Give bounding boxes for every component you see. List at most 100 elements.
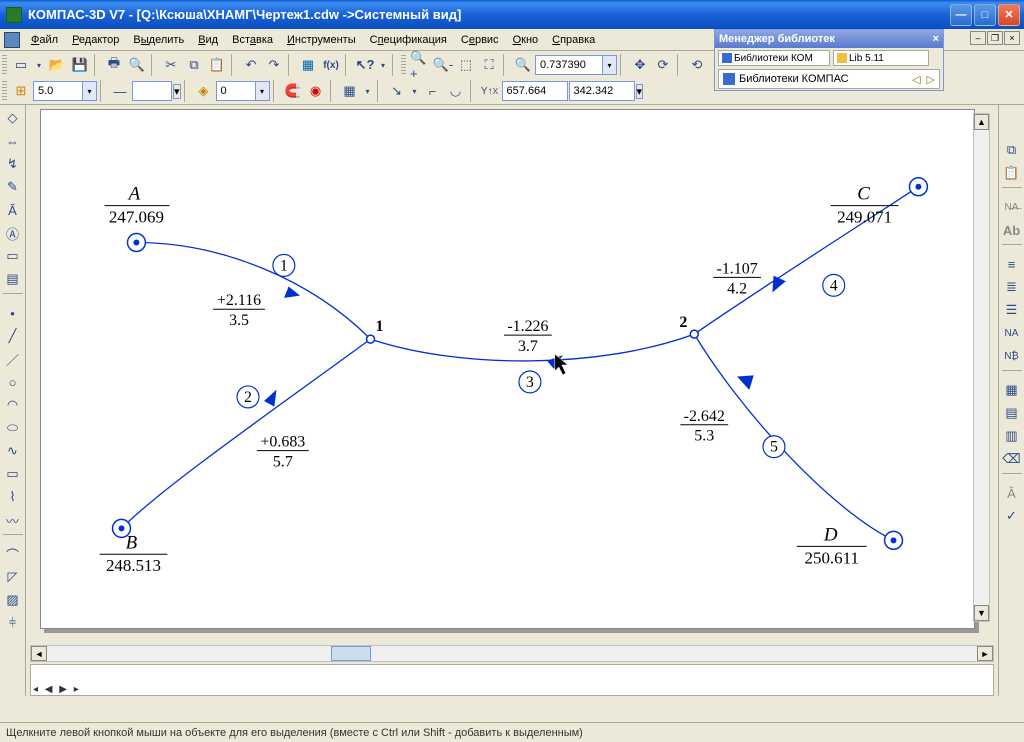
zoom-scale-icon[interactable]: 🔍 [512,54,534,76]
node-2[interactable] [690,330,698,338]
variables-button[interactable]: f(x) [320,54,342,76]
grip-icon[interactable] [2,55,7,75]
hatch-button[interactable]: ▨ [2,589,24,611]
ellipse-button[interactable]: ⬭ [2,417,24,439]
na-icon[interactable]: NA [1001,322,1023,344]
menu-file[interactable]: Файл [24,32,65,48]
edge-1[interactable] [136,242,370,339]
preview-button[interactable]: 🔍 [126,54,148,76]
close-button[interactable]: ✕ [998,4,1020,26]
mdi-close[interactable]: × [1004,31,1020,45]
menu-spec[interactable]: Спецификация [363,32,454,48]
align-right-button[interactable]: ☰ [1001,299,1023,321]
edge-4-circle[interactable]: 4 [823,274,845,296]
node-d[interactable] [885,531,903,549]
print-button[interactable]: 🖶 [103,54,125,76]
zoom-value-field[interactable]: 0.737390 ▾ [535,55,617,75]
grip-icon[interactable] [401,55,406,75]
layer-value[interactable]: 0 [216,81,256,101]
library-tab-2[interactable]: Lib 5.11 [833,50,929,66]
help-dropdown[interactable]: ▾ [377,54,389,76]
edit-tab-button[interactable]: ✎ [2,176,24,198]
mdi-restore[interactable]: ❐ [987,31,1003,45]
arc-button[interactable]: ◠ [2,394,24,416]
table-button[interactable]: ▦ [1001,379,1023,401]
zoom-value[interactable]: 0.737390 [535,55,603,75]
snap-toggle-button[interactable]: 🧲 [282,80,304,102]
font-icon[interactable]: Ǎ [1001,482,1023,504]
params-tab-button[interactable]: Ă [2,199,24,221]
edge-3-circle[interactable]: 3 [519,371,541,393]
nb-icon[interactable]: N₿ [1001,345,1023,367]
symbols-tab-button[interactable]: ↯ [2,153,24,175]
maximize-button[interactable]: □ [974,4,996,26]
save-button[interactable]: 💾 [69,54,91,76]
menu-view[interactable]: Вид [191,32,225,48]
round-button[interactable]: ◡ [445,80,467,102]
paste-button[interactable]: 📋 [206,54,228,76]
style-button[interactable]: — [109,80,131,102]
step-dropdown-icon[interactable]: ▾ [83,81,97,101]
grip-icon[interactable] [2,81,7,101]
snap-settings-button[interactable]: ◉ [305,80,327,102]
chamfer-button[interactable]: ◸ [2,566,24,588]
layer-dropdown-icon[interactable]: ▾ [256,81,270,101]
edge-5-circle[interactable]: 5 [763,436,785,458]
library-manager-close-icon[interactable]: × [933,33,939,45]
zoom-fit-button[interactable]: ⛶ [478,54,500,76]
menu-service[interactable]: Сервис [454,32,506,48]
scroll-thumb[interactable] [331,646,371,661]
rotate-view-button[interactable]: ⟳ [652,54,674,76]
aux-line-button[interactable]: ╱ [2,325,24,347]
library-manager-title-bar[interactable]: Менеджер библиотек × [715,30,943,48]
library-prev-icon[interactable]: ◁ [912,73,920,86]
redraw-button[interactable]: ⟲ [686,54,708,76]
rectangle-button[interactable]: ▭ [2,463,24,485]
property-panel-nav[interactable]: ◂ ◀ ▶ ▸ [33,684,81,695]
node-c[interactable] [909,178,927,196]
delete-button[interactable]: ⌫ [1001,448,1023,470]
bezier-button[interactable]: 〰 [2,509,24,531]
scroll-down-button[interactable]: ▼ [974,605,989,621]
property-panel[interactable]: ◂ ◀ ▶ ▸ [30,664,994,696]
text-ab-button[interactable]: Ab [1001,219,1023,241]
ortho-button[interactable]: ⌐ [422,80,444,102]
insert-col-button[interactable]: ▥ [1001,425,1023,447]
step-value[interactable]: 5.0 [33,81,83,101]
fillet-button[interactable]: ⌒ [2,543,24,565]
library-tab-1[interactable]: Библиотеки КОМ [718,50,830,66]
circle-button[interactable]: ○ [2,371,24,393]
align-center-button[interactable]: ≣ [1001,276,1023,298]
vertical-scrollbar[interactable]: ▲ ▼ [973,113,990,622]
minimize-button[interactable]: — [950,4,972,26]
step-field[interactable]: 5.0 ▾ [33,81,97,101]
edge-1-circle[interactable]: 1 [273,254,295,276]
align-left-button[interactable]: ≡ [1001,253,1023,275]
open-button[interactable]: 📂 [46,54,68,76]
menu-help[interactable]: Справка [545,32,602,48]
equidistant-button[interactable]: ⫩ [2,612,24,634]
drawing-canvas[interactable]: A 247.069 B 248.513 C 249.071 D 250.611 [41,110,974,628]
zoom-out-button[interactable]: 🔍- [432,54,454,76]
library-next-icon[interactable]: ▷ [927,73,935,86]
select-tab-button[interactable]: ▭ [2,245,24,267]
help-cursor-button[interactable]: ↖? [354,54,376,76]
scroll-left-button[interactable]: ◄ [31,646,47,661]
scroll-right-button[interactable]: ► [977,646,993,661]
paste-button[interactable]: 📋 [1001,162,1023,184]
scroll-up-button[interactable]: ▲ [974,114,989,130]
style-preview[interactable] [132,81,172,101]
measure-tab-button[interactable]: Ⓐ [2,222,24,244]
spline-button[interactable]: ∿ [2,440,24,462]
pan-button[interactable]: ✥ [629,54,651,76]
segment-button[interactable]: ／ [2,348,24,370]
horizontal-scrollbar[interactable]: ◄ ► [30,645,994,662]
text-na-button[interactable]: N̶A̶ [1001,196,1023,218]
local-cs-button[interactable]: ↘ [386,80,408,102]
menu-select[interactable]: Выделить [126,32,191,48]
layer-field[interactable]: 0 ▾ [216,81,270,101]
grid-dropdown[interactable]: ▾ [362,80,374,102]
menu-tools[interactable]: Инструменты [280,32,363,48]
redo-button[interactable]: ↷ [263,54,285,76]
zoom-dropdown-icon[interactable]: ▾ [603,55,617,75]
